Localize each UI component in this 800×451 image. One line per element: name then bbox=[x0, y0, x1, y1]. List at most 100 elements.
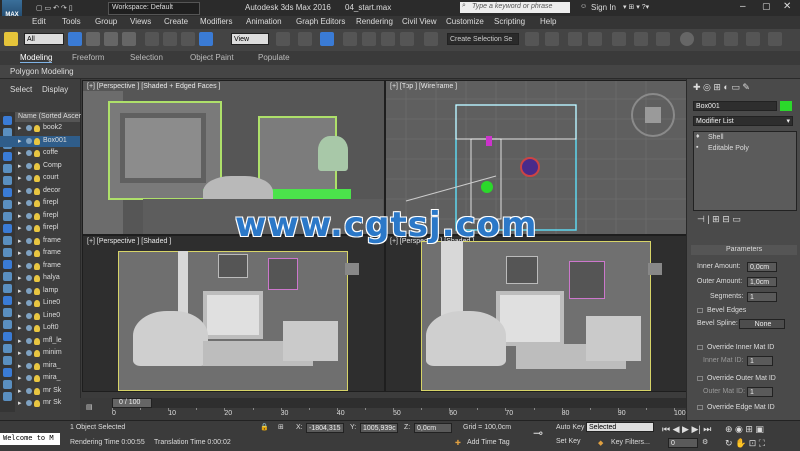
visibility-icon[interactable] bbox=[26, 287, 32, 294]
maximize-button[interactable]: ▢ bbox=[762, 1, 771, 12]
bevel-spline-button[interactable]: None bbox=[739, 319, 785, 329]
expand-arrow-icon[interactable]: ▸ bbox=[18, 199, 22, 207]
visibility-icon[interactable] bbox=[26, 162, 32, 169]
expand-arrow-icon[interactable]: ▸ bbox=[18, 249, 22, 257]
override-outer-checkbox[interactable]: ☐ bbox=[697, 375, 703, 383]
expand-arrow-icon[interactable]: ▸ bbox=[18, 362, 22, 370]
visibility-icon[interactable] bbox=[26, 175, 32, 181]
object-name-input[interactable]: Box001 bbox=[693, 101, 777, 111]
expand-arrow-icon[interactable]: ▸ bbox=[18, 374, 22, 382]
menu-modifiers[interactable]: Modifiers bbox=[200, 17, 232, 26]
explorer-row[interactable]: ▸ mfl_le bbox=[0, 336, 80, 347]
outer-mat-input[interactable]: 1 bbox=[747, 387, 773, 397]
visibility-icon[interactable] bbox=[26, 262, 32, 269]
explorer-row[interactable]: ▸ mira_ bbox=[0, 361, 80, 372]
modifier-stack-item[interactable]: ♦ Shell bbox=[694, 133, 796, 143]
playback-controls[interactable]: ⏮ ◀ ▶ ▶| ⏭ bbox=[662, 424, 711, 435]
bulb-icon[interactable] bbox=[34, 250, 40, 257]
explorer-column-header[interactable]: Name (Sorted Ascer bbox=[15, 112, 81, 122]
bulb-icon[interactable] bbox=[34, 212, 40, 220]
bulb-icon[interactable]: ♦ bbox=[696, 133, 700, 140]
expand-arrow-icon[interactable]: ▸ bbox=[18, 237, 22, 245]
bulb-icon[interactable] bbox=[34, 237, 40, 245]
expand-arrow-icon[interactable]: ▸ bbox=[18, 287, 22, 295]
add-time-tag-button[interactable]: Add Time Tag bbox=[467, 439, 510, 446]
visibility-icon[interactable] bbox=[26, 212, 32, 219]
teapot-render-icon[interactable] bbox=[746, 32, 760, 46]
bulb-icon[interactable] bbox=[34, 137, 40, 145]
menu-civil-view[interactable]: Civil View bbox=[402, 17, 437, 26]
explorer-tab-display[interactable]: Display bbox=[42, 85, 68, 94]
visibility-icon[interactable] bbox=[26, 400, 32, 406]
viewport-nav-icons-2[interactable]: ↻ ✋ ⊡ ⛶ bbox=[725, 438, 765, 449]
keyboard-shortcut-icon[interactable] bbox=[320, 32, 334, 46]
expand-icon[interactable]: ▪ bbox=[696, 144, 698, 151]
expand-arrow-icon[interactable]: ▸ bbox=[18, 299, 22, 307]
visibility-icon[interactable] bbox=[26, 337, 32, 344]
explorer-row[interactable]: ▸ frame bbox=[0, 248, 80, 259]
ribbon-tab-freeform[interactable]: Freeform bbox=[72, 53, 104, 62]
viewport-label[interactable]: [+] [Perspective ] [Shaded + Edged Faces… bbox=[87, 83, 220, 90]
visibility-icon[interactable] bbox=[26, 200, 32, 206]
window-crossing-icon[interactable] bbox=[122, 32, 136, 46]
explorer-row[interactable]: ▸ Line0 bbox=[0, 298, 80, 309]
viewcube-small-icon[interactable] bbox=[648, 263, 662, 275]
edit-named-selection-icon[interactable] bbox=[424, 32, 438, 46]
rotate-icon[interactable] bbox=[163, 32, 177, 46]
visibility-icon[interactable] bbox=[26, 225, 32, 231]
bulb-icon[interactable] bbox=[34, 287, 40, 295]
expand-arrow-icon[interactable]: ▸ bbox=[18, 312, 22, 320]
expand-arrow-icon[interactable]: ▸ bbox=[18, 224, 22, 232]
bulb-icon[interactable] bbox=[34, 375, 40, 382]
bulb-icon[interactable] bbox=[34, 175, 40, 182]
visibility-icon[interactable] bbox=[26, 187, 32, 194]
viewport-nav-icons[interactable]: ⊕ ◉ ⊞ ▣ bbox=[725, 424, 764, 435]
key-icon[interactable]: ⊸ bbox=[533, 426, 543, 440]
angle-snap-icon[interactable] bbox=[362, 32, 376, 46]
explorer-row[interactable]: ▸ Comp bbox=[0, 161, 80, 172]
visibility-icon[interactable] bbox=[26, 375, 32, 381]
menu-views[interactable]: Views bbox=[130, 17, 151, 26]
ribbon-tab-populate[interactable]: Populate bbox=[258, 53, 290, 62]
bulb-icon[interactable] bbox=[34, 262, 40, 270]
time-config-icon[interactable]: ⚙ bbox=[702, 438, 708, 446]
spinner-snap-icon[interactable] bbox=[400, 32, 414, 46]
explorer-row[interactable]: ▸ Box001 bbox=[0, 135, 80, 147]
bevel-edges-checkbox[interactable]: ☐ bbox=[697, 307, 703, 315]
ribbon-sub-label[interactable]: Polygon Modeling bbox=[10, 67, 74, 76]
override-inner-checkbox[interactable]: ☐ bbox=[697, 344, 703, 352]
undo-icon[interactable] bbox=[4, 32, 18, 46]
current-frame-input[interactable]: 0 bbox=[668, 438, 698, 448]
visibility-icon[interactable] bbox=[26, 387, 32, 394]
explorer-row[interactable]: ▸ mr Sk bbox=[0, 398, 80, 409]
menu-help[interactable]: Help bbox=[540, 17, 556, 26]
expand-arrow-icon[interactable]: ▸ bbox=[18, 124, 22, 132]
expand-arrow-icon[interactable]: ▸ bbox=[18, 324, 22, 332]
visibility-icon[interactable] bbox=[26, 150, 32, 156]
viewport-perspective-left[interactable]: [+] [Perspective ] [Shaded ] bbox=[82, 235, 385, 392]
percent-snap-icon[interactable] bbox=[381, 32, 395, 46]
select-by-name-icon[interactable] bbox=[86, 32, 100, 46]
visibility-icon[interactable] bbox=[26, 137, 32, 144]
bulb-icon[interactable] bbox=[34, 162, 40, 170]
viewcube-compass[interactable] bbox=[631, 93, 675, 137]
expand-arrow-icon[interactable]: ▸ bbox=[18, 187, 22, 195]
visibility-icon[interactable] bbox=[26, 300, 32, 306]
menu-rendering[interactable]: Rendering bbox=[356, 17, 393, 26]
named-selection-dropdown[interactable]: Create Selection Se bbox=[447, 33, 519, 45]
expand-arrow-icon[interactable]: ▸ bbox=[18, 174, 22, 182]
bulb-icon[interactable] bbox=[34, 387, 40, 395]
modifier-list-dropdown[interactable]: Modifier List ▾ bbox=[693, 116, 793, 126]
viewport-label[interactable]: [+] [Perspective ] [Shaded ] bbox=[87, 238, 171, 245]
time-slider-thumb[interactable]: 0 / 100 bbox=[112, 398, 152, 408]
bulb-icon[interactable] bbox=[34, 362, 40, 370]
ribbon-tab-object-paint[interactable]: Object Paint bbox=[190, 53, 234, 62]
close-button[interactable]: ✕ bbox=[783, 1, 791, 12]
snaps-toggle-icon[interactable] bbox=[343, 32, 357, 46]
visibility-icon[interactable] bbox=[26, 312, 32, 319]
bulb-icon[interactable] bbox=[34, 125, 40, 132]
bulb-icon[interactable] bbox=[34, 350, 40, 357]
object-color-swatch[interactable] bbox=[780, 101, 792, 111]
explorer-row[interactable]: ▸ firepl bbox=[0, 223, 80, 234]
expand-arrow-icon[interactable]: ▸ bbox=[18, 137, 22, 145]
